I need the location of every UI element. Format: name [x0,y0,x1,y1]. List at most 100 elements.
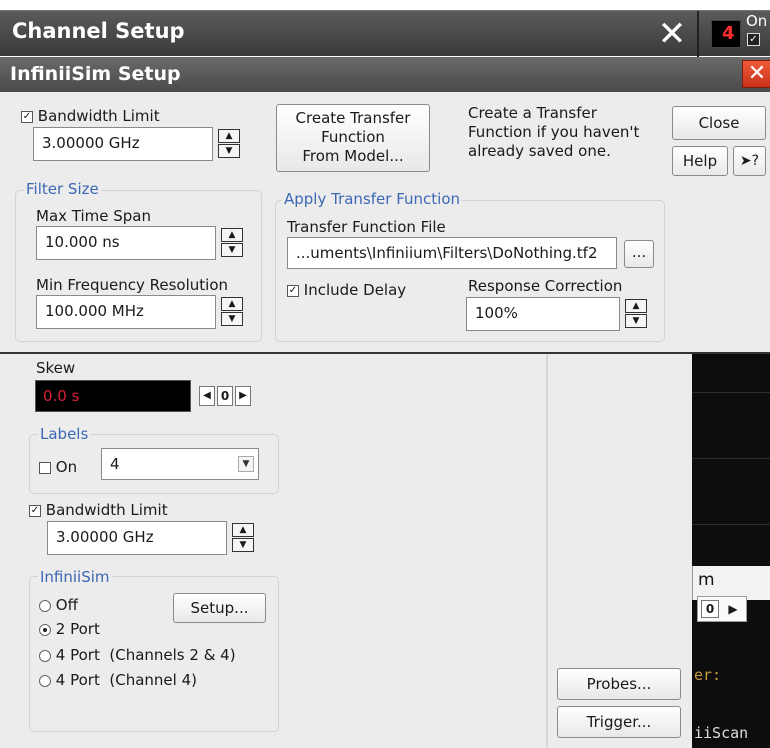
radio-4port-ch4[interactable] [39,674,51,687]
labels-select[interactable]: 4 [101,448,259,480]
infiniisim-option-label: Off [55,596,78,614]
skew-increment-button[interactable]: ▶ [235,386,251,406]
min-frequency-value: 100.000 MHz [45,302,144,320]
scope-stepper-value[interactable]: 0 [701,600,719,618]
trigger-button[interactable]: Trigger... [557,706,681,738]
infiniisim-setup-title-bar[interactable]: InfiniiSim Setup ✕ [0,57,770,92]
grid-line [692,392,770,393]
include-delay-checkbox[interactable]: ✓ Include Delay [287,281,406,299]
create-transfer-line: From Model... [302,147,404,165]
spin-up-icon[interactable]: ▲ [625,299,647,313]
infiniisim-group-title: InfiniiSim [38,568,112,586]
include-delay-box[interactable]: ✓ [287,284,299,297]
scope-stepper[interactable]: 0 ▶ [697,596,747,622]
infiniisim-option-label: 4 Port (Channels 2 & 4) [55,646,236,664]
infiniisim-setup-button[interactable]: Setup... [173,593,266,623]
spin-down-icon[interactable]: ▼ [221,312,243,326]
response-correction-spinner[interactable]: ▲ ▼ [625,299,647,329]
max-time-span-label: Max Time Span [36,207,151,225]
infiniisim-option-4port-ch24[interactable]: 4 Port (Channels 2 & 4) [39,646,236,664]
infiniisim-option-4port-ch4[interactable]: 4 Port (Channel 4) [39,671,197,689]
dialog-bandwidth-spinner[interactable]: ▲ ▼ [218,129,240,159]
infiniisim-option-off[interactable]: Off [39,596,78,614]
spin-up-icon[interactable]: ▲ [232,523,254,537]
min-frequency-resolution-field[interactable]: 100.000 MHz [36,295,216,329]
channel-bandwidth-spinner[interactable]: ▲ ▼ [232,523,254,553]
max-time-span-value: 10.000 ns [45,233,120,251]
apply-transfer-function-title: Apply Transfer Function [282,190,463,208]
radio-2port[interactable] [39,623,51,636]
whats-this-help-icon[interactable]: ➤? [733,146,766,176]
radio-4port-ch24[interactable] [39,649,51,662]
channel-setup-title: Channel Setup [12,19,185,43]
include-delay-label: Include Delay [303,281,407,299]
response-correction-label: Response Correction [468,277,623,295]
infiniisim-option-label: 2 Port [55,620,100,638]
channel-bandwidth-limit-checkbox[interactable]: ✓ Bandwidth Limit [29,501,168,519]
create-transfer-line: Function [321,128,385,146]
channel-on-label: On [746,12,768,30]
create-transfer-line: Create Transfer [295,109,411,127]
infiniisim-setup-title: InfiniiSim Setup [10,63,181,85]
grid-line [692,524,770,525]
skew-value: 0.0 s [43,387,80,405]
infiniisim-close-icon[interactable]: ✕ [742,60,770,88]
channel-number: 4 [722,23,735,44]
help-button[interactable]: Help [672,146,728,176]
dialog-close-button[interactable]: Close [672,106,766,140]
channel-on-checkbox[interactable]: ✓ [747,33,760,46]
max-time-span-spinner[interactable]: ▲ ▼ [221,228,243,258]
channel-badge[interactable]: 4 [711,20,741,48]
scope-stepper-right-icon[interactable]: ▶ [724,600,742,618]
dialog-bandwidth-checkbox-box[interactable]: ✓ [21,110,33,123]
radio-off[interactable] [39,599,51,612]
scope-text-fragment: er: [694,666,722,684]
response-correction-value: 100% [475,304,518,322]
labels-selected-value: 4 [110,455,120,473]
scope-text-fragment: iiScan [694,724,749,742]
transfer-function-file-field[interactable]: ...uments\Infiniium\Filters\DoNothing.tf… [287,237,617,269]
question-mark: ? [751,153,760,169]
skew-decrement-button[interactable]: ◀ [199,386,215,406]
infiniisim-option-label: 4 Port (Channel 4) [55,671,197,689]
channel-bandwidth-value: 3.00000 GHz [56,528,154,546]
spin-down-icon[interactable]: ▼ [625,314,647,328]
labels-on-box[interactable] [39,461,51,474]
dialog-bandwidth-label: Bandwidth Limit [37,107,160,125]
filter-size-title: Filter Size [24,180,101,198]
channel-bandwidth-checkbox-box[interactable]: ✓ [29,504,41,517]
create-transfer-function-button[interactable]: Create Transfer Function From Model... [276,104,430,172]
response-correction-field[interactable]: 100% [466,297,620,331]
dialog-bandwidth-limit-checkbox[interactable]: ✓ Bandwidth Limit [21,107,160,125]
infiniisim-option-2port[interactable]: 2 Port [39,620,100,638]
max-time-span-field[interactable]: 10.000 ns [36,226,216,260]
channel-setup-title-bar[interactable]: Channel Setup ✕ 4 On ✓ [0,10,770,57]
skew-label: Skew [36,359,76,377]
spin-down-icon[interactable]: ▼ [232,538,254,552]
min-frequency-spinner[interactable]: ▲ ▼ [221,297,243,327]
channel-bandwidth-label: Bandwidth Limit [45,501,168,519]
panel-divider [546,354,548,748]
spin-up-icon[interactable]: ▲ [221,228,243,242]
create-transfer-hint: Create a Transfer Function if you haven'… [468,104,639,161]
spin-down-icon[interactable]: ▼ [221,243,243,257]
title-separator [697,11,699,57]
labels-dropdown-chevron-icon[interactable]: ▼ [238,456,254,472]
labels-group-title: Labels [38,425,91,443]
spin-up-icon[interactable]: ▲ [218,129,240,143]
channel-bandwidth-field[interactable]: 3.00000 GHz [47,521,227,555]
labels-on-label: On [55,458,78,476]
skew-step-value[interactable]: 0 [217,386,233,406]
probes-button[interactable]: Probes... [557,668,681,700]
skew-field[interactable]: 0.0 s [35,380,191,412]
scope-tab-label: m [698,570,715,590]
channel-setup-close-icon[interactable]: ✕ [652,17,692,53]
dialog-bandwidth-field[interactable]: 3.00000 GHz [33,127,213,161]
transfer-function-file-label: Transfer Function File [287,218,446,236]
min-frequency-resolution-label: Min Frequency Resolution [36,276,229,294]
create-hint-line: Create a Transfer [468,104,597,122]
labels-on-checkbox[interactable]: On [39,458,77,476]
spin-down-icon[interactable]: ▼ [218,144,240,158]
spin-up-icon[interactable]: ▲ [221,297,243,311]
browse-button[interactable]: ... [624,240,654,268]
